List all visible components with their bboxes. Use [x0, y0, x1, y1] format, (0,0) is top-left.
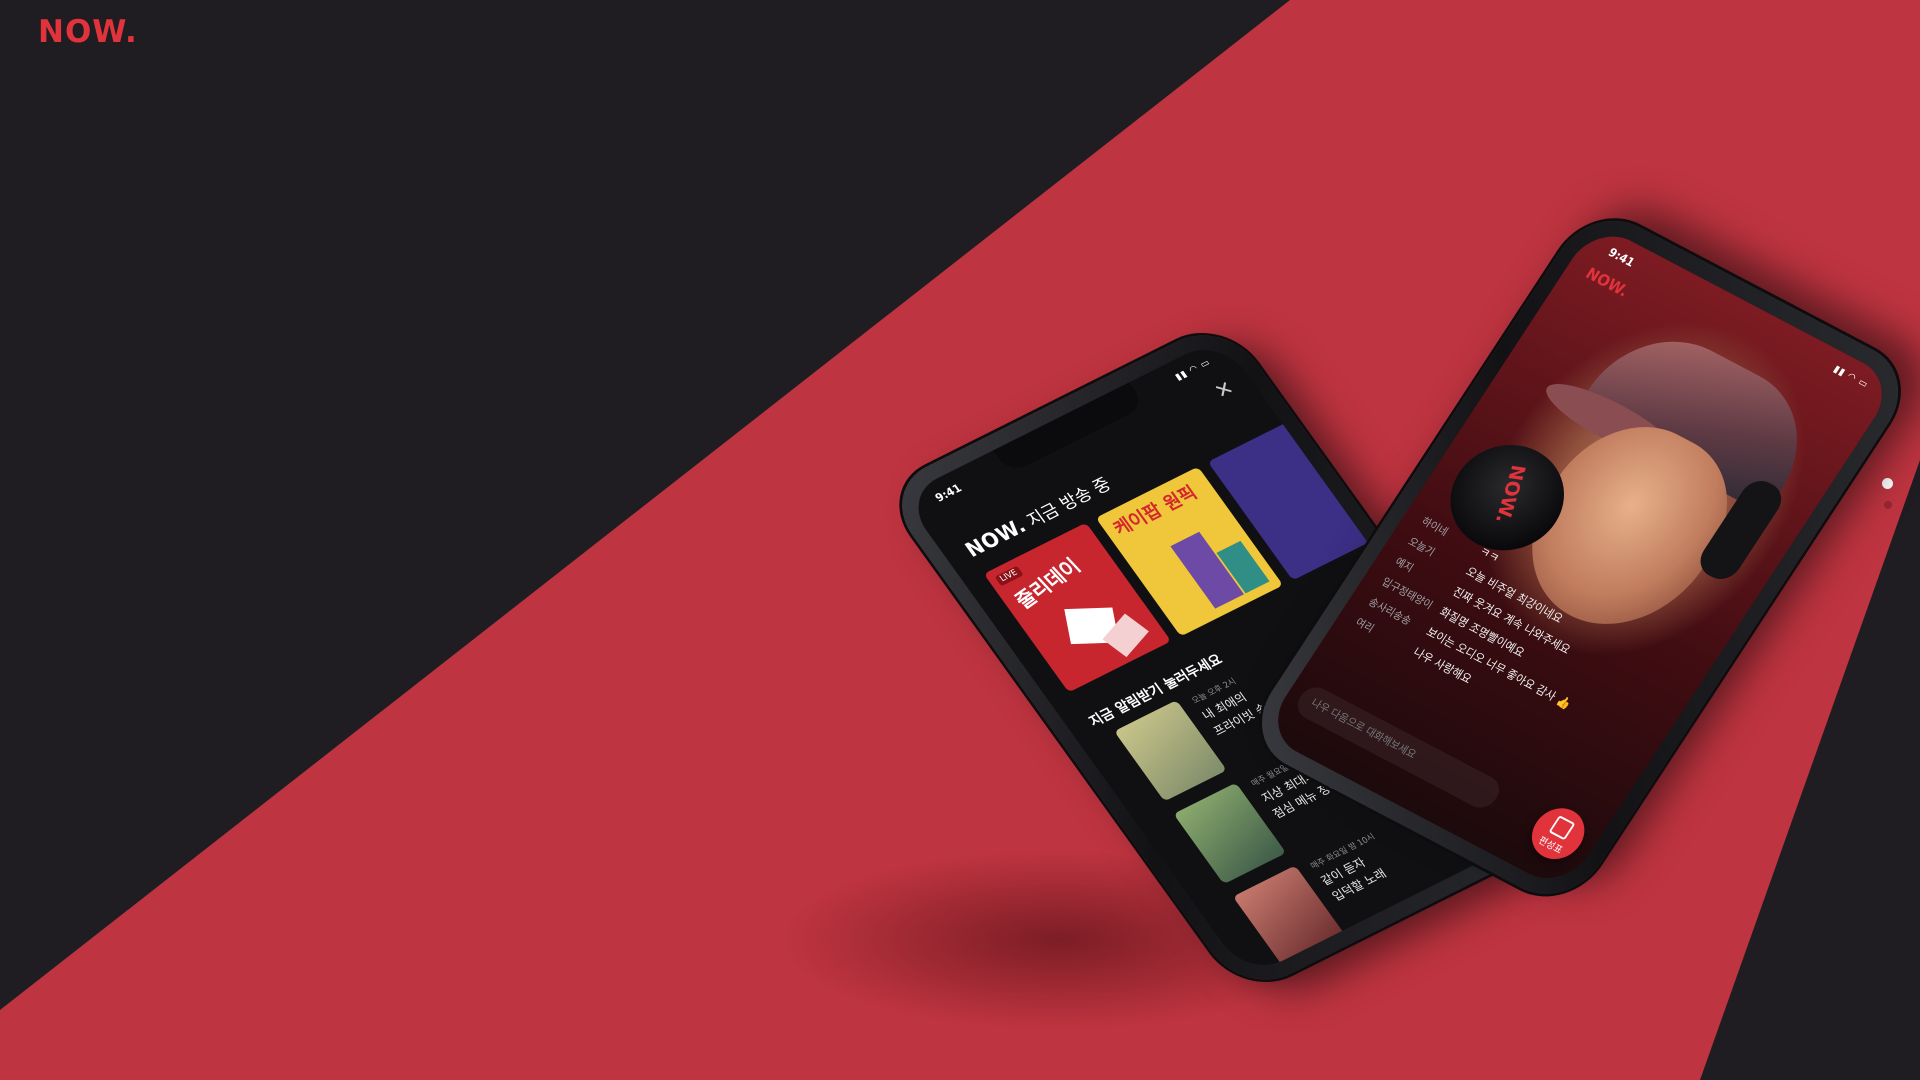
chat-text: ㅋㅋ [1476, 544, 1502, 566]
calendar-icon [1548, 815, 1576, 841]
schedule-button[interactable]: 편성표 [1521, 799, 1595, 868]
now-logo-small: NOW. [1582, 263, 1633, 301]
page-indicator [1882, 478, 1894, 521]
page-dot-1[interactable] [1882, 478, 1893, 489]
status-time: 9:41 [1605, 245, 1638, 270]
signal-wifi-battery-icon: ▮▮ ◠ ▭ [1173, 357, 1213, 383]
now-logo[interactable]: NOW. [38, 14, 138, 50]
cover-title: 케이팝 원픽 [1108, 481, 1202, 540]
status-time: 9:41 [932, 481, 965, 505]
page-dot-2[interactable] [1884, 501, 1892, 509]
close-icon[interactable]: ✕ [1210, 377, 1239, 404]
signal-wifi-battery-icon: ▮▮ ◠ ▭ [1831, 363, 1871, 391]
cover-title: 줄리데이 [1011, 554, 1086, 614]
